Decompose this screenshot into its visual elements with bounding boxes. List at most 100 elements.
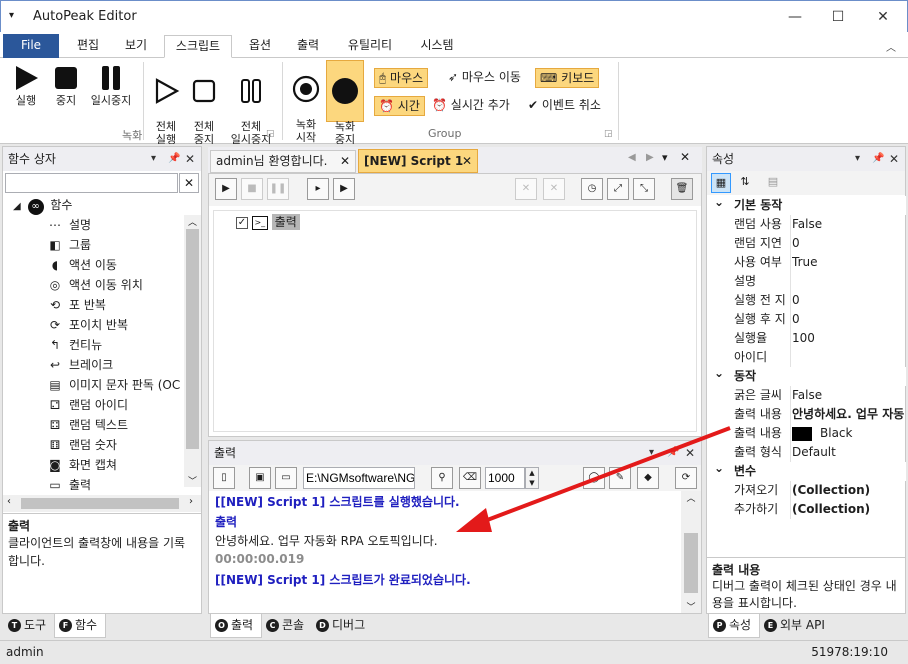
editor-close-icon[interactable]: ✕ [680, 150, 690, 164]
property-row[interactable]: 랜덤 사용 False [708, 215, 906, 234]
property-row[interactable]: 실행 후 지 0 [708, 310, 906, 329]
delete-all-button[interactable]: ✕ [543, 178, 565, 200]
collapse-all-button[interactable]: ⤡ [633, 178, 655, 200]
property-value[interactable]: True [792, 253, 906, 272]
pin-icon[interactable]: 📌 [168, 147, 180, 171]
tab-edit[interactable]: 편집 [66, 35, 110, 58]
pin-icon[interactable]: 📌 [667, 441, 679, 465]
run-button[interactable]: 실행 [8, 64, 44, 107]
property-row[interactable]: 굵은 글씨 False [708, 386, 906, 405]
bottom-tab[interactable]: E 외부 API [760, 614, 834, 638]
color-button[interactable]: ◯ [583, 467, 605, 489]
event-cancel-button[interactable]: ✔ 이벤트 취소 [524, 96, 605, 116]
function-item[interactable]: ◙ 화면 캡쳐 [47, 455, 117, 475]
bottom-tab[interactable]: P 속성 [708, 614, 760, 638]
panel-close-icon[interactable]: ✕ [185, 147, 195, 171]
bottom-tab[interactable]: T 도구 [4, 614, 54, 638]
function-item[interactable]: ⟳ 포이치 반복 [47, 315, 128, 335]
delete-node-button[interactable]: ✕ [515, 178, 537, 200]
scroll-down-icon[interactable]: ﹀ [681, 600, 701, 613]
ribbon-collapse-icon[interactable]: ︿ [886, 39, 896, 54]
fill-button[interactable]: ◆ [637, 467, 659, 489]
scroll-thumb[interactable] [684, 533, 698, 593]
property-value[interactable]: Black [792, 424, 906, 443]
tab-script-1[interactable]: [NEW] Script 1 ✕ [358, 149, 478, 173]
property-row[interactable]: 설명 [708, 272, 906, 291]
property-value[interactable]: 100 [792, 329, 906, 348]
eraser-button[interactable]: ⌫ [459, 467, 481, 489]
function-item[interactable]: ↩ 브레이크 [47, 355, 113, 375]
scroll-left-icon[interactable]: ‹ [7, 496, 11, 507]
trash-button[interactable]: 🗑 [671, 178, 693, 200]
property-row[interactable]: 출력 내용 Black [708, 424, 906, 443]
bottom-tab[interactable]: D 디버그 [312, 614, 376, 638]
property-row[interactable]: 추가하기 (Collection) [708, 500, 906, 519]
timer-button[interactable]: ◷ [581, 178, 603, 200]
scroll-up-icon[interactable]: ︿ [681, 491, 701, 505]
minimize-button[interactable]: — [775, 5, 815, 29]
tab-scroll-right-icon[interactable]: ▶ [646, 152, 654, 163]
function-item[interactable]: ◎ 액션 이동 위치 [47, 275, 143, 295]
function-item[interactable]: ◧ 그룹 [47, 235, 91, 255]
run-to-end-button[interactable]: ▶ [333, 178, 355, 200]
number-spinner[interactable]: ▲ ▼ [525, 467, 539, 489]
record-group-launcher-icon[interactable]: ◲ [266, 129, 275, 139]
property-value[interactable]: (Collection) [792, 481, 906, 500]
stop-all-button[interactable]: 전체 중지 [186, 64, 222, 146]
property-value[interactable]: 0 [792, 234, 906, 253]
property-value[interactable]: 0 [792, 291, 906, 310]
panel-close-icon[interactable]: ✕ [889, 147, 899, 171]
function-item[interactable]: ⋯ 설명 [47, 215, 91, 235]
property-value[interactable]: 0 [792, 310, 906, 329]
property-category[interactable]: ⌄ 변수 [708, 459, 906, 481]
record-stop-button[interactable]: 녹화 중지 [326, 60, 364, 146]
log-path-input[interactable] [303, 467, 415, 489]
category-collapse-icon[interactable]: ⌄ [714, 193, 724, 212]
keyboard-button[interactable]: ⌨ 키보드 [535, 68, 600, 88]
property-row[interactable]: 사용 여부 True [708, 253, 906, 272]
refresh-button[interactable]: ⟳ [675, 467, 697, 489]
mouse-button[interactable]: 🖰 마우스 [374, 68, 429, 88]
mouse-move-button[interactable]: ➶ 마우스 이동 [444, 68, 525, 88]
group-launcher-icon[interactable]: ◲ [604, 129, 613, 139]
tab-system[interactable]: 시스템 [410, 35, 464, 58]
time-button[interactable]: ⏰ 시간 [374, 96, 425, 116]
property-pages-button[interactable]: ▤ [763, 173, 783, 193]
tab-output[interactable]: 출력 [286, 35, 330, 58]
function-item[interactable]: ⚃ 랜덤 텍스트 [47, 415, 128, 435]
function-item[interactable]: ↰ 컨티뉴 [47, 335, 102, 355]
property-row[interactable]: 실행율 100 [708, 329, 906, 348]
sort-alpha-button[interactable]: ⇅ [735, 173, 755, 193]
property-value[interactable]: False [792, 386, 906, 405]
maximize-button[interactable]: ☐ [818, 5, 858, 29]
broom-button[interactable]: ⚲ [431, 467, 453, 489]
property-row[interactable]: 실행 전 지 0 [708, 291, 906, 310]
scroll-thumb[interactable] [186, 229, 199, 449]
max-lines-input[interactable] [485, 467, 525, 489]
function-item[interactable]: ▭ 출력 [47, 475, 91, 495]
script-node-output[interactable]: ✓ >_ 출력 [236, 213, 300, 231]
category-collapse-icon[interactable]: ⌄ [714, 364, 724, 383]
new-log-button[interactable]: ▯ [213, 467, 235, 489]
stop-button[interactable]: 중지 [48, 64, 84, 107]
expand-caret-icon[interactable]: ◢ [13, 201, 21, 212]
property-row[interactable]: 출력 내용 안녕하세요. 업무 자동 [708, 405, 906, 424]
close-window-button[interactable]: ✕ [863, 5, 903, 29]
property-value[interactable]: (Collection) [792, 500, 906, 519]
panel-menu-icon[interactable]: ▾ [855, 147, 860, 171]
pause-script-button[interactable]: ❚❚ [267, 178, 289, 200]
pause-button[interactable]: 일시중지 [86, 64, 136, 107]
category-collapse-icon[interactable]: ⌄ [714, 459, 724, 478]
function-search-input[interactable] [5, 173, 178, 193]
tab-file[interactable]: File [3, 34, 59, 58]
tab-close-icon[interactable]: ✕ [462, 150, 472, 172]
system-menu-icon[interactable]: ▾ [9, 10, 14, 21]
bottom-tab[interactable]: F 함수 [54, 614, 106, 638]
property-row[interactable]: 랜덤 지연 0 [708, 234, 906, 253]
function-item[interactable]: ▤ 이미지 문자 판독 (OC [47, 375, 180, 395]
property-row[interactable]: 가져오기 (Collection) [708, 481, 906, 500]
function-item[interactable]: ⟲ 포 반복 [47, 295, 106, 315]
node-checkbox[interactable]: ✓ [236, 216, 248, 229]
brush-button[interactable]: ✎ [609, 467, 631, 489]
tab-script[interactable]: 스크립트 [164, 35, 232, 58]
